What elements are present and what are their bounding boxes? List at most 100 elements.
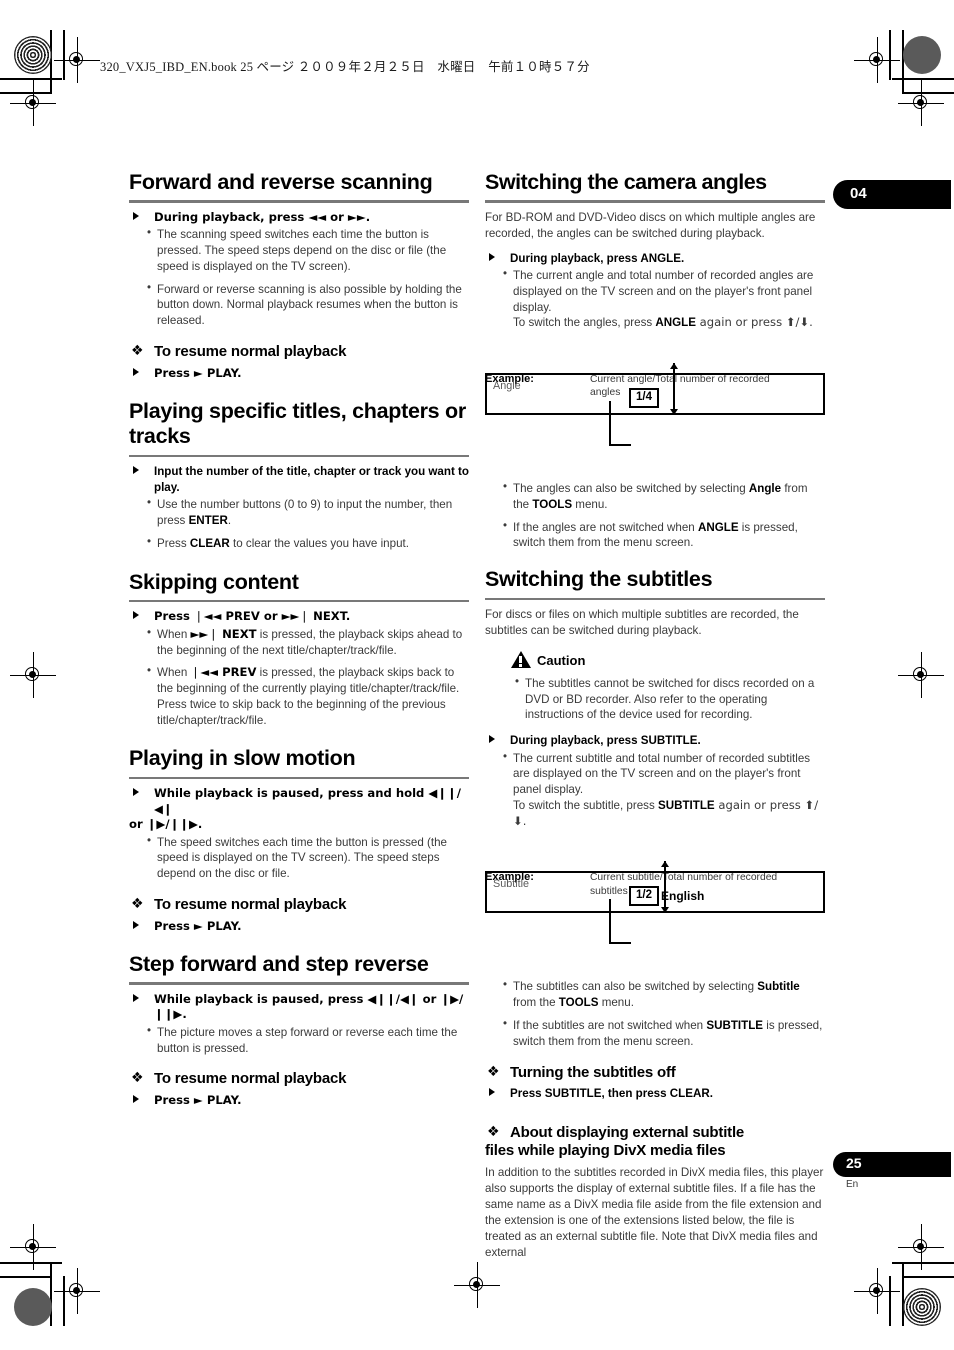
triangle-bullet-icon (133, 920, 139, 929)
list-item: The subtitles can also be switched by se… (503, 978, 825, 1011)
exclamation-glyph (519, 655, 523, 667)
heading-rule (129, 599, 469, 603)
bullet-list: The current angle and total number of re… (485, 267, 825, 331)
section-heading-switching-camera-angles: Switching the camera angles (485, 170, 767, 194)
action-text: Input the number of the title, chapter o… (154, 465, 469, 494)
right-column: Switching the camera angles For BD-ROM a… (485, 170, 825, 1269)
text-run: When (157, 666, 191, 680)
action-text: Press ► PLAY. (154, 1093, 242, 1108)
registration-mark (10, 652, 56, 698)
registration-mark (898, 1224, 944, 1270)
subheading-resume-normal-playback: ❖ To resume normal playback (129, 343, 469, 362)
text-run: Press (157, 536, 190, 550)
action-step: While playback is paused, press and hold… (129, 786, 469, 832)
text-run: The current angle and total number of re… (513, 269, 814, 314)
registration-mark (54, 1268, 100, 1314)
registration-mark (10, 1224, 56, 1270)
list-item: Forward or reverse scanning is also poss… (147, 281, 469, 329)
menu-name: Subtitle (757, 980, 800, 994)
text-run: To switch the angles, press (513, 316, 656, 330)
left-column: Forward and reverse scanning During play… (129, 170, 469, 1111)
list-item: Use the number buttons (0 to 9) to input… (147, 496, 469, 529)
key-name: ►►❘ NEXT (190, 626, 257, 641)
example-diagram-subtitle: Example: Current subtitle/Total number o… (485, 861, 825, 971)
section-heading-switching-subtitles: Switching the subtitles (485, 567, 713, 592)
key-name: SUBTITLE (657, 798, 715, 812)
action-text: While playback is paused, press ◀❙❙/◀❙ o… (154, 992, 464, 1022)
page-language-code: En (846, 1179, 859, 1190)
section-heading-skipping-content: Skipping content (129, 569, 299, 594)
text-run: from the (513, 996, 559, 1010)
color-registration-patch (903, 1288, 941, 1326)
action-step: Press ► PLAY. (129, 919, 469, 934)
subheading-text: To resume normal playback (154, 1070, 347, 1088)
list-item: The scanning speed switches each time th… (147, 226, 469, 274)
text-run: . (227, 514, 232, 527)
action-text: Press ❘◄◄ PREV or ►►❘ NEXT. (154, 609, 351, 624)
triangle-bullet-icon (489, 735, 495, 744)
text-run: The angles can also be switched by selec… (513, 482, 749, 496)
action-step: Input the number of the title, chapter o… (129, 464, 469, 495)
chapter-number: 04 (850, 185, 867, 202)
subheading-text: To resume normal playback (154, 342, 347, 360)
bullet-list: The current subtitle and total number of… (485, 750, 825, 830)
triangle-bullet-icon (133, 611, 139, 620)
bullet-list: When ►►❘ NEXT is pressed, the playback s… (129, 626, 469, 729)
subheading-text: To resume normal playback (154, 895, 347, 913)
key-name: TOOLS (558, 996, 599, 1010)
action-step: Press ► PLAY. (129, 1093, 469, 1108)
heading-rule (485, 597, 825, 601)
key-name: SUBTITLE (706, 1019, 764, 1032)
tv-screen-illustration: Subtitle 1/2 English (485, 861, 825, 914)
key-name: ENTER (188, 514, 228, 527)
diamond-bullet-icon: ❖ (131, 342, 144, 359)
action-step: While playback is paused, press ◀❙❙/◀❙ o… (129, 992, 469, 1023)
registration-mark (54, 37, 100, 83)
bullet-list: The angles can also be switched by selec… (485, 480, 825, 551)
section-heading-playing-specific-titles: Playing specific titles, chapters or tra… (129, 399, 466, 449)
leader-line-horizontal (609, 444, 631, 447)
key-name: CLEAR (189, 536, 230, 550)
list-item: The current angle and total number of re… (503, 267, 825, 331)
registration-mark (898, 652, 944, 698)
diamond-bullet-icon: ❖ (131, 1070, 144, 1087)
registration-mark (454, 1262, 500, 1308)
action-step: During playback, press ◄◄ or ►►. (129, 210, 469, 225)
action-text-line2: or ❙▶/❙❙▶. (129, 817, 203, 832)
list-item: The picture moves a step forward or reve… (147, 1024, 469, 1057)
caution-title: Caution (537, 652, 586, 668)
triangle-bullet-icon (133, 788, 139, 797)
action-text: During playback, press SUBTITLE. (510, 734, 701, 748)
diamond-bullet-icon: ❖ (487, 1063, 500, 1080)
list-item: The speed switches each time the button … (147, 834, 469, 882)
list-item: Press CLEAR to clear the values you have… (147, 535, 469, 552)
color-registration-patch (14, 36, 52, 74)
caution-heading: Caution (511, 650, 825, 671)
tv-screen-illustration: Angle 1/4 (485, 363, 825, 416)
text-run: to clear the values you have input. (229, 536, 409, 550)
osd-number-box: 1/4 (629, 388, 659, 408)
bullet-list: The scanning speed switches each time th… (129, 226, 469, 329)
bullet-list: Use the number buttons (0 to 9) to input… (129, 496, 469, 552)
leader-line-horizontal (609, 942, 631, 945)
subheading-resume-normal-playback: ❖ To resume normal playback (129, 1070, 469, 1089)
list-item: When ❘◄◄ PREV is pressed, the playback s… (147, 664, 469, 728)
text-run: To switch the subtitle, press (513, 798, 658, 812)
osd-number-box: 1/2 (629, 886, 659, 907)
text-run: again or press ⬆/⬇. (696, 315, 813, 330)
action-step: Press SUBTITLE, then press CLEAR. (485, 1086, 825, 1101)
section-heading-step-forward-reverse: Step forward and step reverse (129, 952, 429, 977)
list-item: If the subtitles are not switched when S… (503, 1017, 825, 1050)
color-registration-patch (903, 36, 941, 74)
action-step: During playback, press SUBTITLE. (485, 733, 825, 748)
triangle-bullet-icon (133, 994, 139, 1003)
key-name: ANGLE (697, 520, 739, 534)
text-run: menu. (598, 996, 634, 1010)
osd-value-text: English (661, 889, 705, 904)
menu-name: Angle (748, 482, 782, 496)
crop-line (50, 1262, 52, 1326)
action-text: During playback, press ◄◄ or ►►. (154, 209, 371, 224)
page-number-badge: 25 (833, 1152, 951, 1177)
key-name: ❘◄◄ PREV (190, 665, 257, 680)
chapter-tab: 04 (833, 180, 951, 209)
